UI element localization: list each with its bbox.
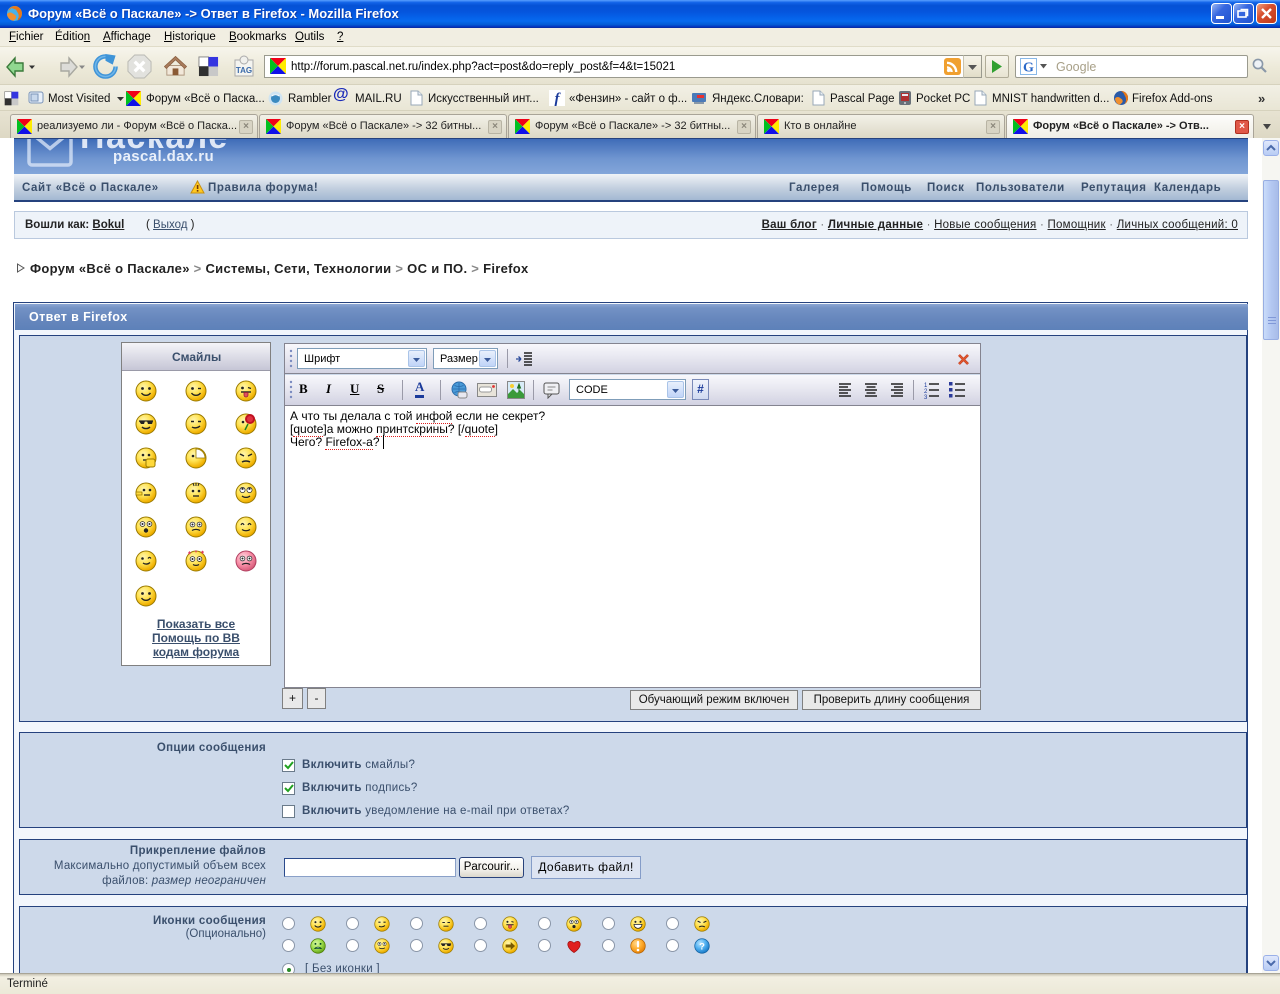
svg-text:TAG: TAG: [236, 66, 252, 75]
svg-text:G: G: [1023, 61, 1034, 76]
svg-text:?: ?: [699, 942, 705, 953]
svg-text:3: 3: [924, 395, 928, 399]
